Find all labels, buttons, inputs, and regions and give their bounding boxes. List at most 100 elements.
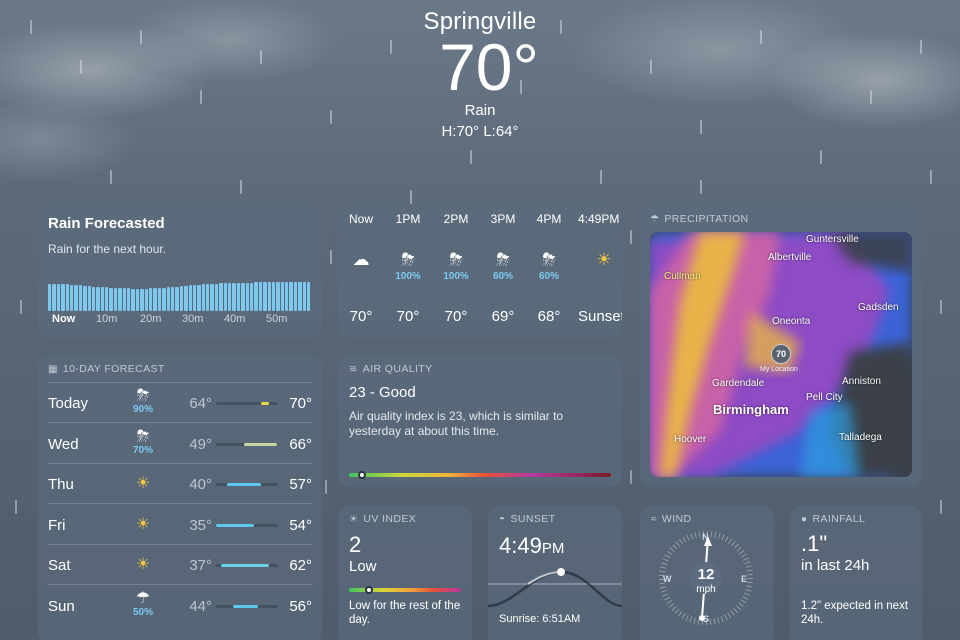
rain-intensity-bar	[118, 288, 122, 311]
rain-intensity-bar	[201, 284, 206, 311]
cloud-rain-icon: ☂	[135, 589, 151, 607]
uv-index-value: 2	[349, 532, 362, 557]
cloud-bolt-rain-icon: ⛈	[136, 387, 150, 404]
rain-intensity-bar	[144, 289, 148, 311]
hour-precip-chance: 100%	[395, 271, 421, 282]
ten-day-forecast-card[interactable]: ▦ 10-DAY FORECAST Today ⛈ 90% 64° 70° Wed ⛈ 70%…	[38, 355, 322, 640]
day-low: 44°	[189, 597, 212, 615]
temperature-range-track	[216, 402, 278, 405]
hourly-forecast-card[interactable]: Now ☁ 70° 1PM ⛈ 100% 70° 2PM ⛈ 100% 70° …	[338, 205, 622, 337]
rain-intensity-bar	[219, 283, 223, 311]
rainfall-card[interactable]: ● RAINFALL .1" in last 24h 1.2" expected…	[790, 506, 922, 640]
sunset-time: 4:49PM	[499, 533, 611, 559]
hour-time: 4:49PM	[578, 212, 620, 226]
rain-intensity-bar	[285, 282, 289, 311]
rain-intensity-bar	[65, 284, 69, 311]
raindrop-streak	[410, 190, 412, 204]
sunset-icon: ◓	[499, 513, 506, 525]
day-high: 62°	[289, 557, 312, 574]
rainfall-note: 1.2" expected in next 24h.	[801, 600, 909, 626]
uv-index-indicator	[365, 586, 374, 594]
air-quality-card[interactable]: ≋ AIR QUALITY 23 - Good Air quality inde…	[338, 355, 622, 487]
cloud-rain-icon: ☁	[352, 250, 370, 269]
forecast-day-row[interactable]: Thu ☀ 40° 57°	[48, 464, 312, 504]
temperature-range-track	[216, 442, 278, 446]
rain-intensity-bar	[197, 285, 201, 311]
rain-intensity-bar	[192, 285, 197, 311]
rain-intensity-bar	[263, 282, 267, 311]
rain-intensity-bar	[302, 282, 307, 311]
rain-intensity-bar	[184, 286, 188, 311]
rain-intensity-bar	[307, 282, 311, 311]
precipitation-map[interactable]: Guntersville Albertville Cullman Gadsden…	[650, 232, 912, 477]
cloud-bolt-rain-icon: ⛈	[496, 250, 510, 269]
forecast-day-row[interactable]: Sat ☀ 37° 62°	[48, 545, 312, 585]
rain-intensity-bar	[127, 288, 131, 311]
forecast-day-row[interactable]: Today ⛈ 90% 64° 70°	[48, 383, 312, 423]
rain-intensity-bar	[83, 286, 87, 311]
temperature-range-fill	[220, 564, 269, 567]
sunrise-time: Sunrise: 6:51AM	[499, 613, 581, 625]
rain-axis-label: 10m	[96, 313, 118, 325]
sunset-ampm: PM	[541, 540, 565, 557]
raindrop-streak	[630, 470, 632, 484]
raindrop-streak	[470, 150, 472, 164]
raindrop-streak	[325, 480, 327, 494]
hour-temperature: 70°	[349, 308, 373, 325]
day-low: 40°	[189, 476, 212, 493]
rain-intensity-bar	[131, 289, 135, 311]
sun-icon: ☀	[135, 515, 151, 533]
day-name: Today	[48, 395, 89, 412]
day-name: Fri	[48, 516, 66, 534]
air-quality-description: Air quality index is 23, which is simila…	[349, 409, 564, 438]
uv-index-scale	[349, 586, 461, 594]
rain-axis-label: 30m	[182, 313, 204, 325]
my-location-pin[interactable]: 70	[771, 344, 791, 364]
sun-icon: ☀	[135, 475, 151, 492]
rain-intensity-bar	[258, 282, 263, 311]
cloud-bolt-rain-icon: ⛈	[542, 250, 556, 269]
raindrop-streak	[820, 150, 822, 164]
rain-intensity-bar	[223, 283, 228, 311]
rain-intensity-bar	[122, 288, 127, 311]
uv-index-header-label: UV INDEX	[363, 513, 417, 525]
sunset-card[interactable]: ◓ SUNSET 4:49PM Sunrise: 6:51AM	[488, 506, 622, 640]
air-quality-header: ≋ AIR QUALITY	[349, 363, 611, 375]
rain-intensity-bar	[175, 287, 179, 311]
rain-intensity-bar	[105, 287, 109, 311]
raindrop-streak	[330, 250, 332, 264]
temperature-range-fill	[260, 402, 270, 405]
condition-text: Rain	[464, 102, 496, 119]
my-location-label: My Location	[760, 366, 798, 373]
rainfall-header: ● RAINFALL	[801, 513, 911, 525]
rain-intensity-bar	[179, 286, 184, 311]
uv-index-card[interactable]: ☀ UV INDEX 2 Low Low for the rest of the…	[338, 506, 472, 640]
map-place-label: Oneonta	[772, 316, 811, 327]
haze-icon: ≋	[349, 363, 358, 375]
wind-card[interactable]: ≈ WIND N E S W 12 mph	[640, 506, 774, 640]
rain-forecast-card[interactable]: Rain Forecasted Rain for the next hour. …	[38, 205, 322, 337]
rain-intensity-bar	[210, 284, 214, 311]
compass-south: S	[703, 614, 710, 624]
forecast-day-row[interactable]: Sun ☂ 50% 44° 56°	[48, 586, 312, 626]
sun-path-curve	[488, 568, 622, 608]
map-place-label: Talladega	[839, 432, 882, 443]
rain-intensity-bar	[162, 288, 166, 311]
temperature-range-track	[216, 564, 278, 567]
map-place-label: Gardendale	[712, 378, 765, 389]
rain-axis-label: 50m	[266, 313, 288, 325]
raindrop-streak	[600, 170, 602, 184]
rainfall-period: in last 24h	[801, 557, 870, 574]
uv-index-note: Low for the rest of the day.	[349, 600, 461, 626]
rain-intensity-bar	[170, 287, 175, 311]
precipitation-map-card[interactable]: ☂ PRECIPITATION Guntersville Albertville…	[640, 205, 922, 487]
wind-header-label: WIND	[661, 513, 692, 525]
forecast-day-row[interactable]: Fri ☀ 35° 54°	[48, 505, 312, 545]
day-name: Wed	[48, 435, 79, 453]
rain-intensity-bar	[214, 284, 219, 311]
rain-intensity-bar	[56, 284, 61, 311]
ten-day-header-label: 10-DAY FORECAST	[62, 363, 165, 375]
precipitation-header: ☂ PRECIPITATION	[650, 213, 912, 225]
forecast-day-row[interactable]: Wed ⛈ 70% 49° 66°	[48, 424, 312, 464]
high-low-text: H:70° L:64°	[441, 123, 519, 140]
